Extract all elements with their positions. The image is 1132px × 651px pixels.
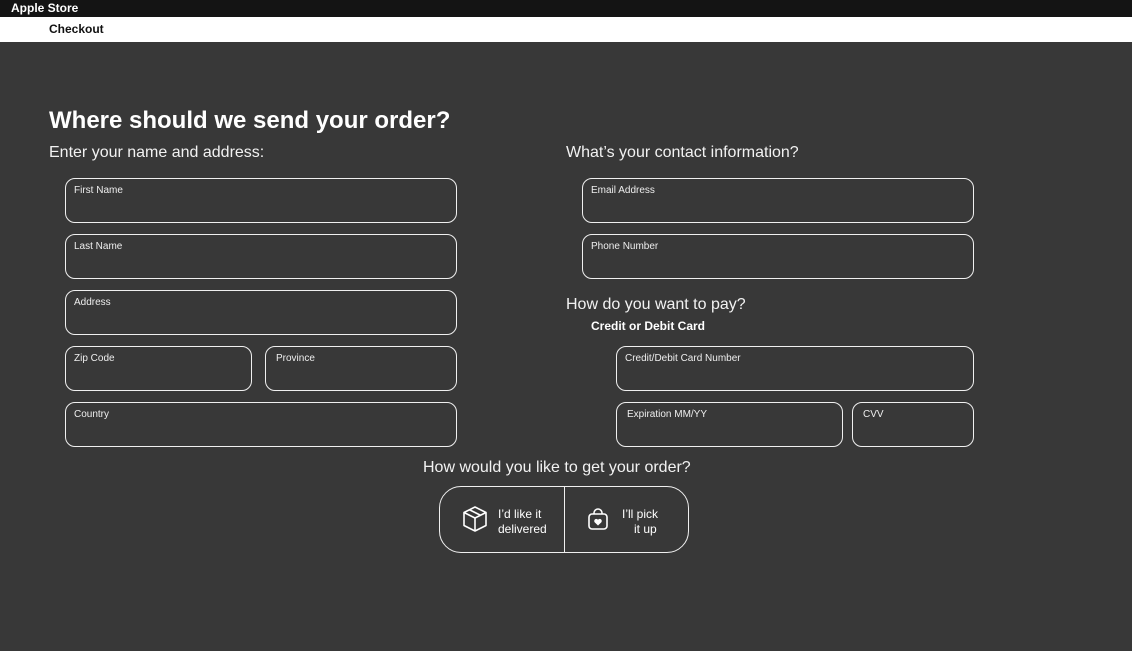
email-field[interactable]: Email Address [582, 178, 974, 223]
province-label: Province [276, 353, 315, 364]
address-field[interactable]: Address [65, 290, 457, 335]
fulfillment-heading: How would you like to get your order? [423, 459, 691, 476]
cvv-label: CVV [863, 409, 884, 420]
last-name-field[interactable]: Last Name [65, 234, 457, 279]
breadcrumb-checkout[interactable]: Checkout [49, 22, 104, 36]
pickup-option-label: I’ll pick it up [622, 507, 658, 537]
pickup-option-button[interactable]: I’ll pick it up [564, 487, 688, 552]
country-label: Country [74, 409, 110, 420]
top-bar: Apple Store [0, 0, 1132, 17]
pickup-option-line2: it up [634, 522, 657, 536]
box-icon [462, 505, 488, 538]
zip-code-field[interactable]: Zip Code [65, 346, 252, 391]
page-title: Where should we send your order? [49, 107, 451, 134]
phone-label: Phone Number [591, 241, 659, 252]
country-field[interactable]: Country [65, 402, 457, 447]
last-name-label: Last Name [74, 241, 123, 252]
address-heading: Enter your name and address: [49, 144, 265, 161]
card-number-field[interactable]: Credit/Debit Card Number [616, 346, 974, 391]
delivery-option-label: I’d like it delivered [498, 507, 547, 537]
breadcrumb: Checkout [0, 17, 1132, 42]
cvv-field[interactable]: CVV [852, 402, 974, 447]
fulfillment-toggle: I’d like it delivered I’ll pick it up [439, 486, 689, 553]
contact-heading: What’s your contact information? [566, 144, 799, 161]
delivery-option-line1: I’d like it [498, 507, 542, 521]
card-number-label: Credit/Debit Card Number [625, 353, 741, 364]
address-label: Address [74, 297, 111, 308]
expiration-field[interactable]: Expiration MM/YY [616, 402, 843, 447]
first-name-field[interactable]: First Name [65, 178, 457, 223]
payment-method-label[interactable]: Credit or Debit Card [591, 319, 705, 333]
app-title[interactable]: Apple Store [11, 1, 78, 15]
province-field[interactable]: Province [265, 346, 457, 391]
phone-field[interactable]: Phone Number [582, 234, 974, 279]
expiration-label: Expiration MM/YY [627, 409, 708, 420]
payment-heading: How do you want to pay? [566, 296, 746, 313]
email-label: Email Address [591, 185, 655, 196]
shopping-bag-heart-icon [587, 508, 609, 535]
pickup-option-line1: I’ll pick [622, 507, 659, 521]
delivery-option-button[interactable]: I’d like it delivered [440, 487, 564, 552]
first-name-label: First Name [74, 185, 123, 196]
zip-code-label: Zip Code [74, 353, 115, 364]
delivery-option-line2: delivered [498, 522, 547, 536]
